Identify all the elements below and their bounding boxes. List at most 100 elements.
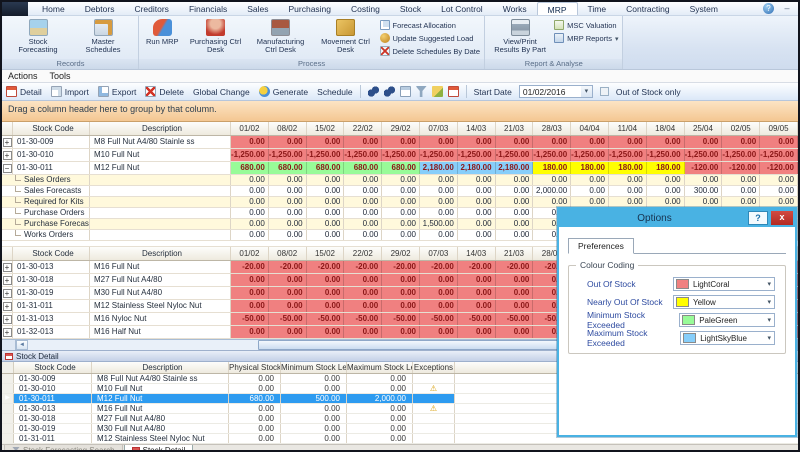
column-header-stock-code[interactable]: Stock Code: [14, 362, 92, 373]
value-cell[interactable]: 0.00: [760, 197, 798, 207]
stock-code-cell[interactable]: 01-30-018: [14, 414, 92, 423]
maximum-stock-cell[interactable]: 0.00: [347, 374, 413, 383]
stock-code-cell[interactable]: 01-30-009: [14, 374, 92, 383]
stock-code-cell[interactable]: 01-30-013: [13, 261, 90, 273]
value-cell[interactable]: 0.00: [722, 186, 760, 196]
maximum-stock-cell[interactable]: 2,000.00: [347, 394, 413, 403]
tab-stock-forecasting-search[interactable]: Stock Forecasting Search: [4, 445, 123, 452]
value-cell[interactable]: 0.00: [231, 300, 269, 312]
description-cell[interactable]: M12 Stainless Steel Nyloc Nut: [92, 434, 229, 443]
column-header-date[interactable]: 22/02: [344, 122, 382, 135]
value-cell[interactable]: -1,250.00: [420, 149, 458, 161]
value-cell[interactable]: 0.00: [382, 136, 420, 148]
value-cell[interactable]: 0.00: [231, 287, 269, 299]
value-cell[interactable]: 0.00: [420, 274, 458, 286]
value-cell[interactable]: -50.00: [420, 313, 458, 325]
description-cell[interactable]: M8 Full Nut A4/80 Stainle ss: [92, 374, 229, 383]
column-header-date[interactable]: 14/03: [458, 122, 496, 135]
value-cell[interactable]: -50.00: [382, 313, 420, 325]
value-cell[interactable]: 0.00: [533, 175, 571, 185]
minimum-stock-cell[interactable]: 0.00: [281, 414, 347, 423]
minimum-stock-cell[interactable]: 0.00: [281, 374, 347, 383]
value-cell[interactable]: 0.00: [571, 197, 609, 207]
value-cell[interactable]: 0.00: [533, 136, 571, 148]
stock-code-cell[interactable]: 01-30-011: [14, 394, 92, 403]
stock-code-cell[interactable]: 01-31-013: [13, 313, 90, 325]
value-cell[interactable]: 0.00: [571, 186, 609, 196]
column-header-date[interactable]: 28/03: [533, 122, 571, 135]
ribbon-button-update-suggested-load[interactable]: Update Suggested Load: [380, 33, 481, 43]
column-header-date[interactable]: 01/02: [231, 122, 269, 135]
column-header-date[interactable]: 18/04: [647, 122, 685, 135]
value-cell[interactable]: 0.00: [458, 287, 496, 299]
column-header-stock-code[interactable]: Stock Code: [13, 122, 90, 135]
value-cell[interactable]: 0.00: [382, 197, 420, 207]
value-cell[interactable]: -1,250.00: [647, 149, 685, 161]
stock-code-cell[interactable]: 01-31-011: [13, 300, 90, 312]
stock-code-cell[interactable]: 01-31-011: [14, 434, 92, 443]
column-header-exceptions[interactable]: Exceptions: [413, 362, 455, 373]
value-cell[interactable]: 0.00: [269, 230, 307, 240]
value-cell[interactable]: 0.00: [344, 219, 382, 229]
toolbar-button-delete[interactable]: Delete: [145, 86, 184, 97]
maximum-stock-cell[interactable]: 0.00: [347, 414, 413, 423]
value-cell[interactable]: 0.00: [760, 175, 798, 185]
value-cell[interactable]: 0.00: [496, 197, 534, 207]
value-cell[interactable]: -1,250.00: [571, 149, 609, 161]
ribbon-tab-creditors[interactable]: Creditors: [124, 2, 178, 15]
value-cell[interactable]: 0.00: [382, 186, 420, 196]
value-cell[interactable]: 0.00: [307, 230, 345, 240]
value-cell[interactable]: 0.00: [307, 136, 345, 148]
value-cell[interactable]: 0.00: [269, 274, 307, 286]
value-cell[interactable]: 0.00: [231, 175, 269, 185]
value-cell[interactable]: 0.00: [269, 186, 307, 196]
value-cell[interactable]: 0.00: [722, 136, 760, 148]
scrollbar-splitter-box[interactable]: [2, 340, 16, 350]
value-cell[interactable]: 0.00: [571, 175, 609, 185]
toolbar-button-detail[interactable]: Detail: [6, 86, 42, 97]
ribbon-tab-works[interactable]: Works: [493, 2, 537, 15]
description-cell[interactable]: M12 Full Nut: [90, 162, 231, 174]
column-header-date[interactable]: 04/04: [571, 122, 609, 135]
column-header-date[interactable]: 22/02: [344, 247, 382, 260]
value-cell[interactable]: -20.00: [344, 261, 382, 273]
value-cell[interactable]: 180.00: [571, 162, 609, 174]
chevron-down-icon[interactable]: [581, 86, 592, 97]
ribbon-tab-stock[interactable]: Stock: [390, 2, 431, 15]
value-cell[interactable]: 0.00: [496, 208, 534, 218]
value-cell[interactable]: 0.00: [231, 186, 269, 196]
value-cell[interactable]: 180.00: [533, 162, 571, 174]
value-cell[interactable]: 680.00: [231, 162, 269, 174]
column-header-date[interactable]: 21/03: [496, 247, 534, 260]
stock-code-cell[interactable]: 01-30-018: [13, 274, 90, 286]
value-cell[interactable]: 0.00: [307, 274, 345, 286]
value-cell[interactable]: 0.00: [496, 326, 534, 338]
column-header-date[interactable]: 21/03: [496, 122, 534, 135]
ribbon-tab-contracting[interactable]: Contracting: [616, 2, 679, 15]
value-cell[interactable]: 0.00: [458, 186, 496, 196]
value-cell[interactable]: 0.00: [231, 136, 269, 148]
value-cell[interactable]: 0.00: [344, 274, 382, 286]
value-cell[interactable]: 0.00: [269, 175, 307, 185]
dialog-close-button[interactable]: x: [771, 211, 793, 225]
value-cell[interactable]: -1,250.00: [307, 149, 345, 161]
physical-stock-cell[interactable]: 0.00: [229, 404, 281, 413]
column-header-maximum-stock-level[interactable]: Maximum Stock Level: [347, 362, 413, 373]
description-cell[interactable]: M8 Full Nut A4/80 Stainle ss: [90, 136, 231, 148]
options-dialog-title-bar[interactable]: Options ? x: [559, 209, 795, 227]
minimum-stock-cell[interactable]: 0.00: [281, 384, 347, 393]
value-cell[interactable]: -50.00: [344, 313, 382, 325]
find-next-icon[interactable]: [384, 86, 395, 97]
value-cell[interactable]: -1,250.00: [685, 149, 723, 161]
physical-stock-cell[interactable]: 680.00: [229, 394, 281, 403]
value-cell[interactable]: -120.00: [760, 162, 798, 174]
description-cell[interactable]: M16 Half Nut: [90, 326, 231, 338]
value-cell[interactable]: 0.00: [344, 136, 382, 148]
value-cell[interactable]: 0.00: [344, 326, 382, 338]
description-cell[interactable]: M16 Nyloc Nut: [90, 313, 231, 325]
value-cell[interactable]: 0.00: [344, 186, 382, 196]
column-header-physical-stock[interactable]: Physical Stock: [229, 362, 281, 373]
dialog-help-button[interactable]: ?: [748, 211, 768, 225]
value-cell[interactable]: 0.00: [269, 287, 307, 299]
value-cell[interactable]: -1,250.00: [269, 149, 307, 161]
